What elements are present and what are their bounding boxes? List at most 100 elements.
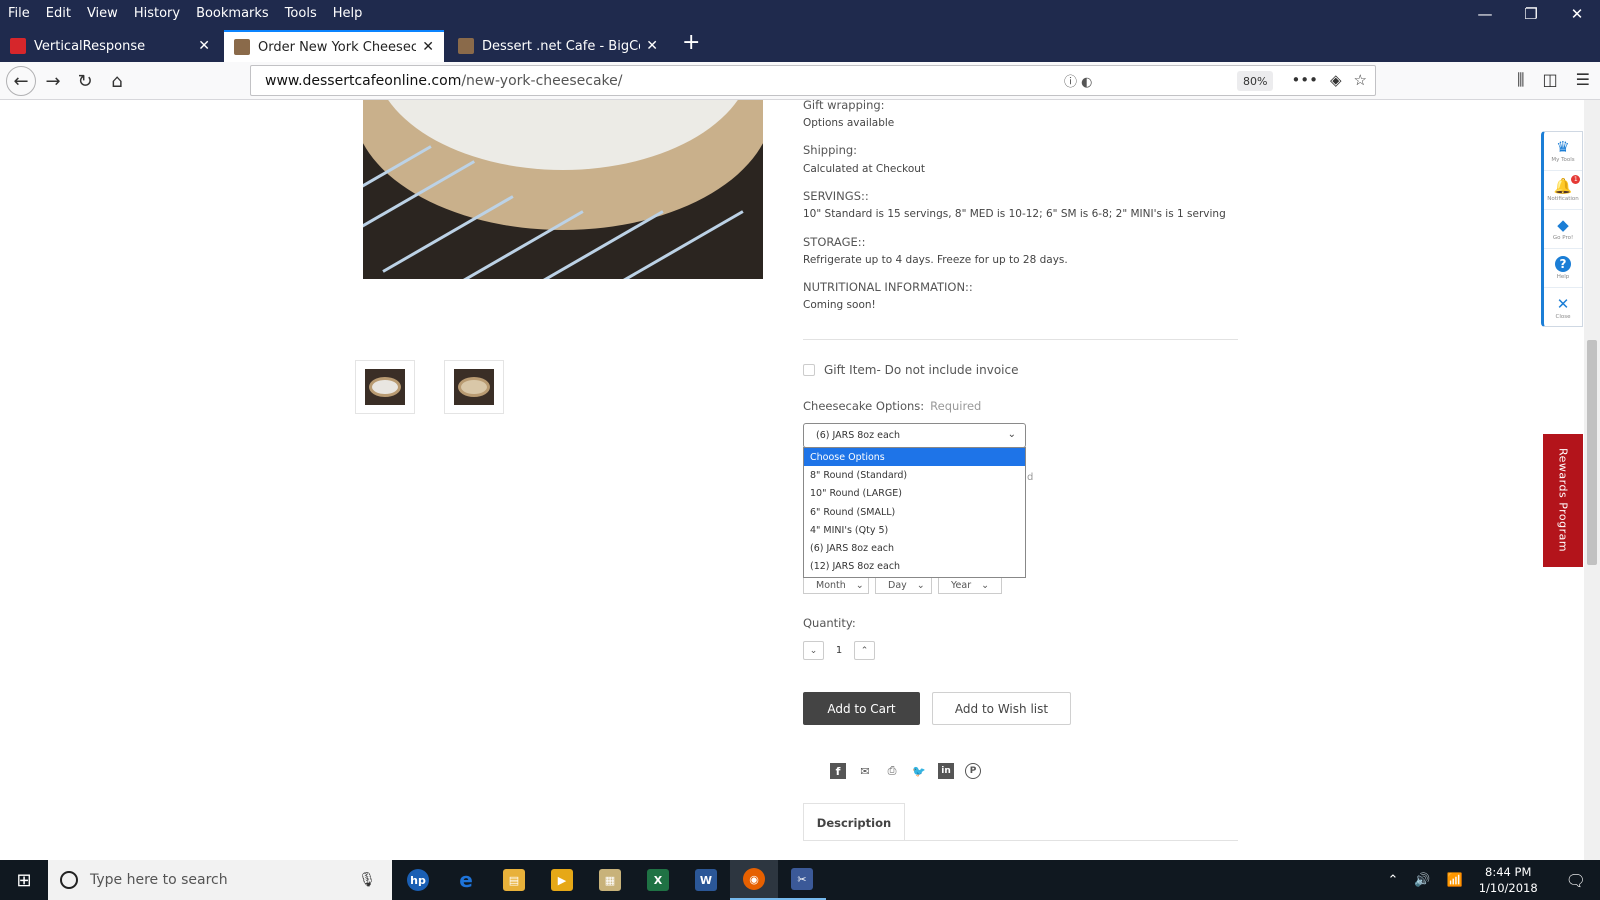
scrollbar-thumb[interactable]	[1587, 340, 1597, 565]
print-icon[interactable]: ⎙	[884, 763, 900, 779]
product-thumbnail-2[interactable]	[444, 360, 504, 414]
close-window-button[interactable]: ✕	[1554, 0, 1600, 28]
verticalresponse-favicon-icon	[10, 38, 26, 54]
month-select[interactable]: Month ⌄	[803, 578, 869, 594]
rewards-program-button[interactable]: Rewards Program	[1543, 434, 1583, 567]
page-actions-icon[interactable]: •••	[1291, 71, 1318, 89]
close-tab-icon[interactable]: ✕	[198, 38, 210, 54]
close-tab-icon[interactable]: ✕	[422, 39, 434, 55]
clock-time: 8:44 PM	[1485, 865, 1532, 879]
back-arrow-icon[interactable]: ←	[6, 66, 36, 96]
dropdown-option[interactable]: 6" Round (SMALL)	[804, 503, 1025, 521]
my-tools-button[interactable]: ♛ My Tools	[1544, 132, 1582, 171]
pocket-icon[interactable]: ◈	[1330, 71, 1342, 89]
bell-icon: 🔔 1	[1554, 175, 1581, 194]
taskbar-app-snipping-tool[interactable]: ✂	[778, 860, 826, 900]
tab-title: Dessert .net Cafe - BigCommer	[482, 38, 640, 54]
email-icon[interactable]: ✉	[857, 763, 873, 779]
new-tab-plus-icon[interactable]: +	[682, 30, 700, 55]
quantity-value[interactable]: 1	[824, 645, 854, 656]
library-icon[interactable]: ⫼	[1517, 70, 1524, 90]
tab-verticalresponse[interactable]: VerticalResponse ✕	[0, 30, 220, 62]
tab-description[interactable]: Description	[803, 803, 905, 841]
diamond-icon: ◆	[1557, 216, 1569, 234]
forward-arrow-icon[interactable]: →	[38, 66, 68, 96]
dropdown-option[interactable]: 4" MINI's (Qty 5)	[804, 521, 1025, 539]
home-icon[interactable]: ⌂	[102, 66, 132, 96]
menu-edit[interactable]: Edit	[38, 6, 79, 21]
share-icons: f ✉ ⎙ 🐦 in P	[830, 763, 981, 779]
site-info-icon[interactable]: ⓘ ◐	[1064, 71, 1092, 90]
twitter-icon[interactable]: 🐦	[911, 763, 927, 779]
minimize-button[interactable]: —	[1462, 0, 1508, 28]
cortana-icon[interactable]	[60, 871, 78, 889]
add-to-cart-button[interactable]: Add to Cart	[803, 692, 920, 725]
taskbar-app-file-explorer[interactable]: ▤	[490, 860, 538, 900]
address-bar[interactable]: ⓘ ◐ www.dessertcafeonline.com/new-york-c…	[250, 65, 1376, 96]
notification-button[interactable]: 🔔 1 Notification	[1544, 171, 1582, 210]
navigation-bar: ← → ↻ ⌂ ⓘ ◐ www.dessertcafeonline.com/ne…	[0, 62, 1600, 100]
product-thumbnail-1[interactable]	[355, 360, 415, 414]
menu-tools[interactable]: Tools	[277, 6, 325, 21]
reload-icon[interactable]: ↻	[70, 66, 100, 96]
menu-help[interactable]: Help	[325, 6, 371, 21]
linkedin-icon[interactable]: in	[938, 763, 954, 779]
wifi-icon[interactable]: 📶	[1447, 873, 1463, 888]
dropdown-option[interactable]: 8" Round (Standard)	[804, 466, 1025, 484]
menu-file[interactable]: File	[0, 6, 38, 21]
action-center-icon[interactable]: 🗨	[1566, 871, 1586, 890]
increase-quantity-button[interactable]: ⌃	[854, 641, 875, 660]
taskbar-app-firefox[interactable]: ◉	[730, 860, 778, 900]
taskbar-app-excel[interactable]: X	[634, 860, 682, 900]
tab-title: Order New York Cheesecake on	[258, 39, 417, 55]
close-tools-button[interactable]: ✕ Close	[1544, 288, 1582, 327]
menu-bookmarks[interactable]: Bookmarks	[188, 6, 277, 21]
page-scrollbar[interactable]	[1584, 100, 1600, 860]
close-icon: ✕	[1556, 294, 1570, 313]
help-icon: ?	[1555, 256, 1571, 272]
tab-new-york-cheesecake[interactable]: Order New York Cheesecake on ✕	[224, 30, 444, 62]
menu-view[interactable]: View	[79, 6, 126, 21]
taskbar-clock[interactable]: 8:44 PM 1/10/2018	[1479, 864, 1538, 896]
taskbar-app-hp[interactable]: hp	[394, 860, 442, 900]
dropdown-option[interactable]: Choose Options	[804, 448, 1025, 467]
decrease-quantity-button[interactable]: ⌄	[803, 641, 824, 660]
cheesecake-options-select[interactable]: (6) JARS 8oz each ⌄	[803, 423, 1026, 448]
bookmark-star-icon[interactable]: ☆	[1354, 71, 1367, 89]
help-button[interactable]: ? Help	[1544, 249, 1582, 288]
sidebar-icon[interactable]: ◫	[1543, 70, 1558, 90]
taskbar-app-edge[interactable]: e	[442, 860, 490, 900]
restore-button[interactable]: ❐	[1508, 0, 1554, 28]
hamburger-menu-icon[interactable]: ☰	[1576, 70, 1590, 90]
day-select[interactable]: Day ⌄	[875, 578, 932, 594]
dropdown-option[interactable]: (12) JARS 8oz each	[804, 558, 1025, 576]
volume-icon[interactable]: 🔊	[1414, 873, 1430, 888]
taskbar-app-folder[interactable]: ▦	[586, 860, 634, 900]
gift-item-checkbox[interactable]	[803, 364, 815, 376]
year-select[interactable]: Year ⌄	[938, 578, 1002, 594]
taskbar-app-word[interactable]: W	[682, 860, 730, 900]
chevron-up-icon[interactable]: ⌃	[1387, 873, 1398, 888]
taskbar-app-media[interactable]: ▶	[538, 860, 586, 900]
add-to-wishlist-button[interactable]: Add to Wish list	[932, 692, 1071, 725]
detail-label: NUTRITIONAL INFORMATION::	[803, 280, 973, 294]
hp-icon: hp	[407, 869, 429, 891]
facebook-icon[interactable]: f	[830, 763, 846, 779]
dropdown-option[interactable]: (6) JARS 8oz each	[804, 539, 1025, 557]
pinterest-icon[interactable]: P	[965, 763, 981, 779]
windows-start-icon[interactable]: ⊞	[0, 860, 48, 900]
gift-item-option[interactable]: Gift Item- Do not include invoice	[803, 363, 1018, 377]
zoom-level[interactable]: 80%	[1237, 71, 1274, 91]
detail-label: SERVINGS::	[803, 189, 869, 203]
dropdown-option[interactable]: 10" Round (LARGE)	[804, 485, 1025, 503]
dessert-favicon-icon	[458, 38, 474, 54]
menu-history[interactable]: History	[126, 6, 188, 21]
go-pro-button[interactable]: ◆ Go Pro!	[1544, 210, 1582, 249]
quantity-stepper: ⌄ 1 ⌃	[803, 641, 875, 660]
url-text: www.dessertcafeonline.com/new-york-chees…	[265, 73, 623, 89]
taskbar-search[interactable]: Type here to search 🎙	[48, 860, 392, 900]
microphone-icon[interactable]: 🎙	[358, 872, 376, 888]
firefox-icon: ◉	[743, 868, 765, 890]
close-tab-icon[interactable]: ✕	[646, 38, 658, 54]
tab-dessert-cafe-bigcommerce[interactable]: Dessert .net Cafe - BigCommer ✕	[448, 30, 668, 62]
